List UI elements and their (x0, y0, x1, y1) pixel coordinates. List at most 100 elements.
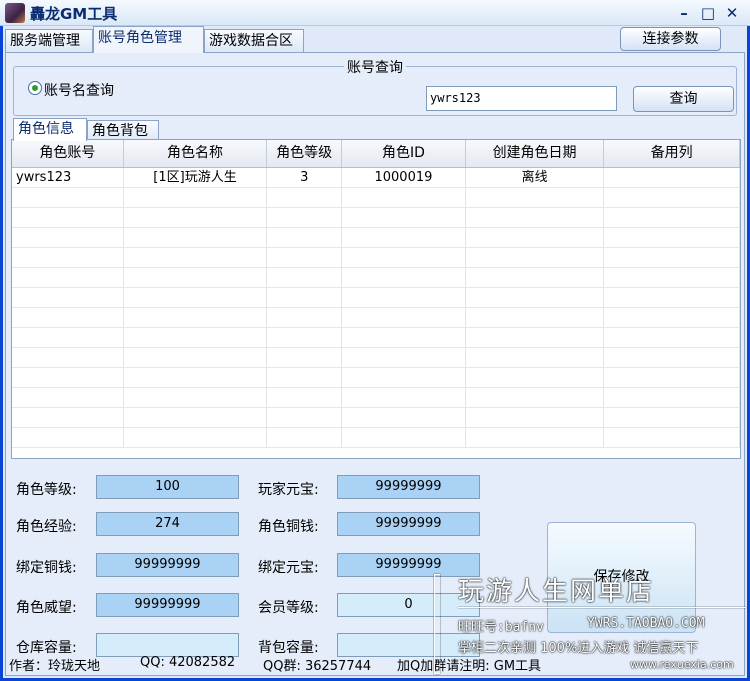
empty-cell (342, 428, 466, 447)
empty-cell (604, 228, 740, 247)
role-exp-field[interactable]: 274 (96, 512, 239, 536)
empty-cell (124, 308, 268, 327)
maximize-button[interactable]: □ (697, 3, 719, 23)
watermark-bracket (434, 574, 440, 674)
account-input[interactable]: ywrs123 (426, 86, 617, 111)
empty-row (12, 248, 740, 268)
empty-cell (267, 288, 343, 307)
tab-server-management[interactable]: 服务端管理 (5, 29, 93, 52)
empty-cell (342, 248, 466, 267)
watermark-shop-name: 玩游人生网单店 (458, 577, 655, 607)
empty-cell (267, 248, 343, 267)
empty-cell (12, 188, 124, 207)
empty-cell (342, 228, 466, 247)
sub-tabs: 角色信息 角色背包 (13, 118, 313, 141)
empty-cell (466, 308, 605, 327)
connection-settings-button[interactable]: 连接参数 (620, 27, 721, 51)
account-query-group: 账号查询 账号名查询 ywrs123 查询 (13, 57, 737, 116)
tab-role-info[interactable]: 角色信息 (13, 118, 87, 141)
empty-cell (466, 268, 605, 287)
empty-cell (604, 268, 740, 287)
empty-cell (604, 288, 740, 307)
empty-row (12, 188, 740, 208)
tab-account-role-management[interactable]: 账号角色管理 (93, 26, 204, 53)
tab-game-data-merge[interactable]: 游戏数据合区 (204, 29, 304, 52)
table-cell: 离线 (466, 168, 605, 187)
empty-cell (124, 288, 268, 307)
empty-cell (124, 188, 268, 207)
empty-cell (267, 348, 343, 367)
role-copper-field[interactable]: 99999999 (337, 512, 480, 536)
empty-cell (12, 348, 124, 367)
empty-cell (12, 208, 124, 227)
empty-cell (604, 248, 740, 267)
role-table[interactable]: 角色账号 角色名称 角色等级 角色ID 创建角色日期 备用列 ywrs123 [… (11, 139, 741, 459)
column-header[interactable]: 角色名称 (124, 140, 268, 167)
status-author: 作者：玲珑天地 (9, 659, 101, 674)
empty-cell (466, 328, 605, 347)
empty-rows (12, 188, 740, 448)
column-header[interactable]: 备用列 (604, 140, 740, 167)
empty-cell (124, 368, 268, 387)
prestige-field[interactable]: 99999999 (96, 593, 239, 617)
bound-copper-field[interactable]: 99999999 (96, 553, 239, 577)
tab-role-bag[interactable]: 角色背包 (87, 120, 159, 141)
table-row[interactable]: ywrs123 [1区]玩游人生 3 1000019 离线 (12, 168, 740, 188)
watermark-wangwang: 旺旺号:bafnv (458, 620, 544, 635)
empty-cell (466, 208, 605, 227)
prestige-label: 角色威望: (16, 600, 77, 616)
empty-cell (604, 328, 740, 347)
empty-row (12, 428, 740, 448)
empty-row (12, 368, 740, 388)
table-cell (604, 168, 740, 187)
empty-cell (12, 428, 124, 447)
empty-cell (604, 408, 740, 427)
column-header[interactable]: 角色账号 (12, 140, 124, 167)
empty-cell (124, 428, 268, 447)
query-button[interactable]: 查询 (633, 86, 734, 112)
close-button[interactable]: ✕ (721, 3, 743, 23)
empty-cell (466, 228, 605, 247)
minimize-button[interactable]: – (673, 3, 695, 23)
empty-cell (604, 208, 740, 227)
empty-cell (342, 188, 466, 207)
empty-cell (12, 408, 124, 427)
vip-level-label: 会员等级: (258, 600, 319, 616)
empty-cell (267, 328, 343, 347)
empty-cell (342, 308, 466, 327)
player-ingot-field[interactable]: 99999999 (337, 475, 480, 499)
role-exp-label: 角色经验: (16, 519, 77, 535)
table-cell: 1000019 (342, 168, 466, 187)
empty-cell (267, 228, 343, 247)
player-ingot-label: 玩家元宝: (258, 482, 319, 498)
watermark-site: www.rexuexia.com (630, 658, 734, 671)
watermark-taobao: YWRS.TAOBAO.COM (587, 616, 705, 631)
column-header[interactable]: 角色ID (342, 140, 466, 167)
status-qq: QQ: 42082582 (140, 655, 236, 670)
empty-cell (342, 328, 466, 347)
column-header[interactable]: 创建角色日期 (466, 140, 605, 167)
empty-cell (342, 408, 466, 427)
empty-cell (267, 388, 343, 407)
empty-cell (267, 268, 343, 287)
empty-cell (12, 248, 124, 267)
empty-row (12, 348, 740, 368)
empty-cell (124, 228, 268, 247)
empty-cell (267, 208, 343, 227)
bound-copper-label: 绑定铜钱: (16, 560, 77, 576)
table-header: 角色账号 角色名称 角色等级 角色ID 创建角色日期 备用列 (12, 140, 740, 168)
table-cell: [1区]玩游人生 (124, 168, 268, 187)
account-name-radio[interactable] (28, 81, 42, 95)
empty-cell (12, 288, 124, 307)
role-level-field[interactable]: 100 (96, 475, 239, 499)
app-logo-icon (5, 3, 25, 23)
empty-cell (604, 388, 740, 407)
empty-cell (466, 368, 605, 387)
window-title: 轟龙GM工具 (30, 5, 118, 23)
empty-cell (267, 408, 343, 427)
title-bar[interactable]: 轟龙GM工具 – □ ✕ (0, 0, 750, 26)
empty-cell (12, 308, 124, 327)
column-header[interactable]: 角色等级 (267, 140, 343, 167)
account-name-radio-label[interactable]: 账号名查询 (44, 80, 114, 100)
group-title: 账号查询 (344, 57, 406, 77)
